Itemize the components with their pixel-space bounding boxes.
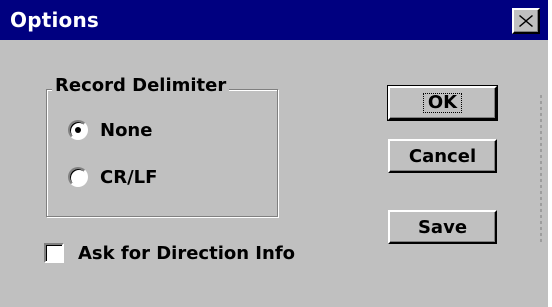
record-delimiter-label: Record Delimiter [52, 75, 230, 97]
ask-direction-checkbox-row[interactable]: Ask for Direction Info [44, 239, 295, 267]
radio-selected-dot [75, 127, 81, 133]
close-icon [519, 15, 533, 27]
ok-button[interactable]: OK [387, 85, 498, 121]
title-bar[interactable]: Options [0, 0, 548, 42]
ask-direction-label: Ask for Direction Info [78, 242, 296, 264]
window-title: Options [10, 8, 100, 32]
radio-label-none: None [100, 119, 153, 141]
edge-divider [540, 95, 542, 245]
cancel-button-label: Cancel [408, 145, 477, 167]
radio-label-crlf: CR/LF [100, 166, 158, 188]
ok-button-label: OK [422, 93, 463, 113]
save-button-label: Save [417, 216, 468, 238]
radio-option-none[interactable]: None [68, 116, 152, 144]
ask-direction-checkbox[interactable] [44, 243, 64, 263]
cancel-button[interactable]: Cancel [388, 139, 497, 173]
radio-button-crlf[interactable] [68, 167, 88, 187]
radio-button-none[interactable] [68, 120, 88, 140]
record-delimiter-group [46, 89, 278, 217]
close-button[interactable] [512, 8, 540, 34]
radio-option-crlf[interactable]: CR/LF [68, 163, 157, 191]
save-button[interactable]: Save [388, 210, 497, 244]
options-dialog: Options Record Delimiter None CR/LF Ask … [0, 0, 552, 307]
